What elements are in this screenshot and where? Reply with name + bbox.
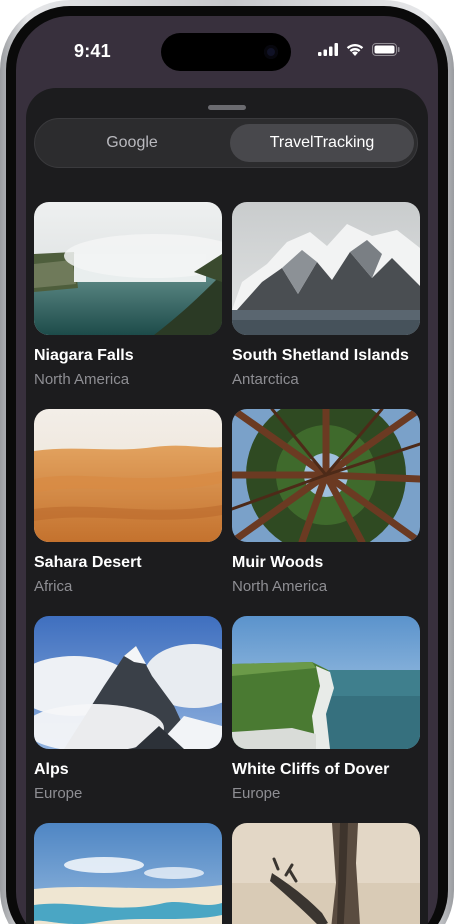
dynamic-island	[161, 33, 291, 71]
snowy-mountains-photo	[232, 202, 420, 335]
alpine-peaks-photo	[34, 616, 222, 749]
place-card[interactable]: Sahara Desert Africa	[34, 409, 222, 595]
place-card[interactable]	[232, 823, 420, 924]
place-subtitle: Europe	[34, 785, 83, 802]
sand-dunes-photo	[34, 409, 222, 542]
redwood-canopy-photo	[232, 409, 420, 542]
source-segmented-control: Google TravelTracking	[34, 118, 418, 168]
place-card[interactable]: White Cliffs of Dover Europe	[232, 616, 420, 802]
places-sheet: Google TravelTracking Niagara Falls Nort…	[26, 88, 428, 924]
place-subtitle: Europe	[232, 785, 281, 802]
place-subtitle: North America	[232, 578, 328, 595]
place-subtitle: Antarctica	[232, 371, 299, 388]
signal-icon	[318, 43, 338, 56]
place-title: Alps	[34, 761, 69, 778]
status-icons	[318, 43, 400, 56]
sheet-grabber[interactable]	[208, 105, 246, 110]
desert-tree-photo	[232, 823, 420, 924]
place-subtitle: North America	[34, 371, 130, 388]
place-title: South Shetland Islands	[232, 347, 409, 364]
waterfall-photo	[34, 202, 222, 335]
place-title: Niagara Falls	[34, 347, 134, 364]
segment-google[interactable]: Google	[40, 124, 224, 162]
coastal-cliffs-photo	[232, 616, 420, 749]
status-time: 9:41	[74, 41, 111, 61]
place-title: Sahara Desert	[34, 554, 142, 571]
place-card[interactable]: Muir Woods North America	[232, 409, 420, 595]
place-title: White Cliffs of Dover	[232, 761, 390, 778]
place-card[interactable]: Alps Europe	[34, 616, 222, 802]
battery-icon	[372, 43, 400, 56]
wifi-icon	[346, 44, 364, 56]
place-card[interactable]: South Shetland Islands Antarctica	[232, 202, 420, 388]
status-bar: 9:41	[16, 16, 438, 86]
place-subtitle: Africa	[34, 578, 73, 595]
place-card[interactable]	[34, 823, 222, 924]
place-card[interactable]: Niagara Falls North America	[34, 202, 222, 388]
lagoon-dunes-photo	[34, 823, 222, 924]
front-camera-icon	[264, 45, 278, 59]
screen: 9:41 Google TravelTracking Niagara Falls…	[16, 16, 438, 924]
place-title: Muir Woods	[232, 554, 324, 571]
segment-traveltracking[interactable]: TravelTracking	[230, 124, 414, 162]
